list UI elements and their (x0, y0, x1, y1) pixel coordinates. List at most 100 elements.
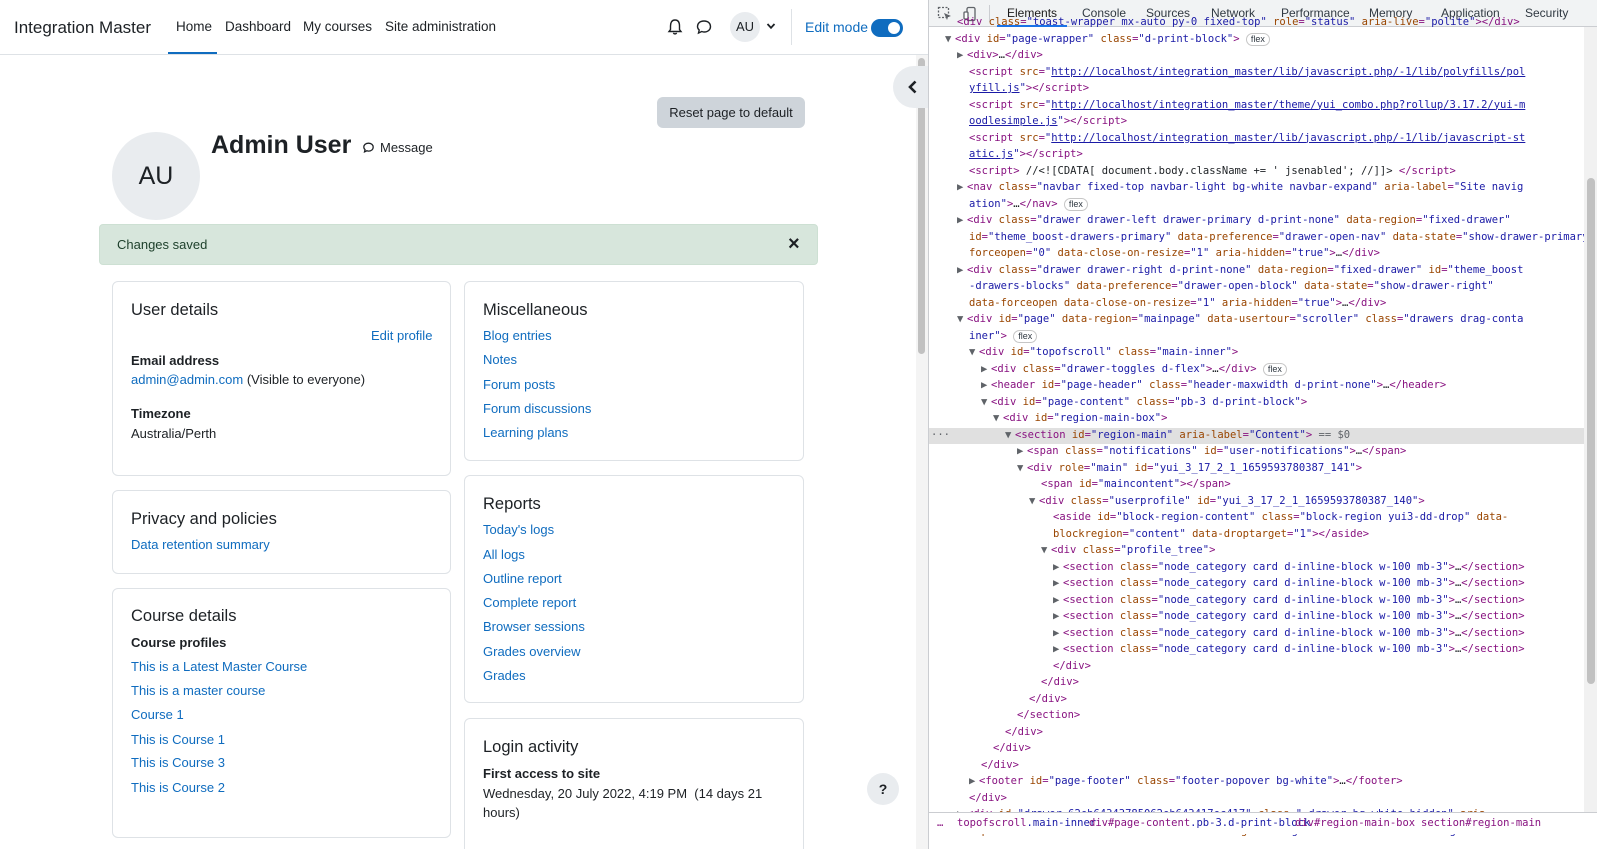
dom-node[interactable]: ▶ <section class="node_category card d-in… (929, 593, 1597, 609)
messages-icon[interactable] (695, 18, 713, 36)
dom-node[interactable]: <script src="http://localhost/integratio… (929, 131, 1597, 147)
top-navbar: Integration Master Home Dashboard My cou… (0, 0, 928, 55)
course-link[interactable]: This is Course 2 (131, 780, 225, 795)
grades-link[interactable]: Grades (483, 668, 526, 683)
chevron-down-icon[interactable] (765, 20, 777, 32)
blog-entries-link[interactable]: Blog entries (483, 328, 552, 343)
nav-dashboard[interactable]: Dashboard (225, 19, 291, 34)
card-title: Course details (131, 607, 237, 625)
browser-sessions-link[interactable]: Browser sessions (483, 619, 585, 634)
complete-report-link[interactable]: Complete report (483, 595, 576, 610)
bell-icon[interactable] (666, 18, 684, 36)
breadcrumb-item[interactable]: div#region-main-box (1295, 817, 1415, 829)
dom-node[interactable]: iner"> flex (929, 329, 1597, 345)
dom-node[interactable]: -drawers-blocks" data-preference="drawer… (929, 279, 1597, 295)
nav-my-courses[interactable]: My courses (303, 19, 372, 34)
message-button[interactable]: Message (362, 140, 433, 155)
dom-node[interactable]: ▶ <div>…</div> (929, 48, 1597, 64)
dom-node[interactable]: ▶ <div class="drawer drawer-right d-print… (929, 263, 1597, 279)
dom-node[interactable]: ▶ <footer id="page-footer" class="footer-… (929, 774, 1597, 790)
site-brand[interactable]: Integration Master (14, 18, 151, 38)
learning-plans-link[interactable]: Learning plans (483, 425, 568, 440)
dom-node[interactable]: ▼ <div class="profile_tree"> (929, 543, 1597, 559)
dom-node[interactable]: </div> (929, 692, 1597, 708)
edit-profile-link[interactable]: Edit profile (371, 328, 432, 343)
dom-node[interactable]: yfill.js"></script> (929, 81, 1597, 97)
dom-node[interactable]: </section> (929, 708, 1597, 724)
devtools-scrollbar-thumb[interactable] (1587, 178, 1595, 684)
dom-node[interactable]: ▶ <section class="node_category card d-in… (929, 626, 1597, 642)
course-link[interactable]: This is a Latest Master Course (131, 659, 307, 674)
forum-posts-link[interactable]: Forum posts (483, 377, 555, 392)
dom-node[interactable]: <script src="http://localhost/integratio… (929, 65, 1597, 81)
dom-node[interactable]: ▼ <div id="page-content" class="pb-3 d-pr… (929, 395, 1597, 411)
email-link[interactable]: admin@admin.com (131, 372, 243, 387)
expand-toggle-icon: ▶ (981, 379, 988, 391)
dom-node[interactable]: atic.js"></script> (929, 147, 1597, 163)
dom-node[interactable]: </div> (929, 791, 1597, 807)
dom-node[interactable]: ▼ <div id="page-wrapper" class="d-print-b… (929, 32, 1597, 48)
dom-node[interactable]: </div> (929, 741, 1597, 757)
dom-node[interactable]: ▶ <section class="node_category card d-in… (929, 576, 1597, 592)
dom-node[interactable]: ation">…</nav> flex (929, 197, 1597, 213)
course-link[interactable]: Course 1 (131, 707, 184, 722)
breadcrumb-item[interactable]: div#page-content.pb-3.d-print-block (1089, 817, 1310, 829)
dom-node[interactable]: <div class="toast-wrapper mx-auto py-0 f… (929, 15, 1597, 31)
breadcrumb-item[interactable]: section#region-main (1421, 817, 1541, 829)
dom-node[interactable]: data-forceopen data-close-on-resize="1" … (929, 296, 1597, 312)
help-button[interactable]: ? (867, 773, 899, 805)
block-drawer-toggle[interactable] (893, 66, 928, 108)
dom-node[interactable]: ▶ <section class="node_category card d-in… (929, 642, 1597, 658)
dom-node[interactable]: <script src="http://localhost/integratio… (929, 98, 1597, 114)
alert-close-button[interactable]: × (788, 233, 800, 256)
expand-toggle-icon: ▶ (1053, 593, 1060, 606)
course-link[interactable]: This is a master course (131, 683, 265, 698)
dom-node[interactable]: ▼ <div id="region-main-box"> (929, 411, 1597, 427)
dom-node[interactable]: </div> (929, 659, 1597, 675)
expand-toggle-icon: ▶ (1053, 626, 1060, 639)
expand-toggle-icon: ▶ (1053, 610, 1060, 622)
dom-node[interactable]: ▶ <header id="page-header" class="header-… (929, 378, 1597, 394)
dom-node[interactable]: ▼ <div class="userprofile" id="yui_3_17_2… (929, 494, 1597, 510)
email-row: admin@admin.com (Visible to everyone) (131, 372, 365, 387)
dom-node[interactable]: oodlesimple.js"></script> (929, 114, 1597, 130)
dom-node[interactable]: ▶ <nav class="navbar fixed-top navbar-lig… (929, 180, 1597, 196)
reset-page-button[interactable]: Reset page to default (657, 97, 805, 128)
dom-node[interactable]: ▶ <section class="node_category card d-in… (929, 560, 1597, 576)
dom-node[interactable]: ▼ <div id="page" data-region="mainpage" d… (929, 312, 1597, 328)
dom-node[interactable]: blockregion="content" data-droptarget="1… (929, 527, 1597, 543)
forum-discussions-link[interactable]: Forum discussions (483, 401, 591, 416)
breadcrumb-item[interactable]: topofscroll.main-inner (957, 817, 1096, 829)
elements-dom-tree[interactable]: <div class="toast-wrapper mx-auto py-0 f… (929, 16, 1597, 837)
dom-node[interactable]: ▼ <div role="main" id="yui_3_17_2_1_16595… (929, 461, 1597, 477)
dom-node[interactable]: ▶ <div class="drawer-toggles d-flex">…</d… (929, 362, 1597, 378)
dom-node[interactable]: </div> (929, 758, 1597, 774)
grades-overview-link[interactable]: Grades overview (483, 644, 581, 659)
user-avatar-menu[interactable]: AU (730, 12, 760, 42)
todays-logs-link[interactable]: Today's logs (483, 522, 554, 537)
dom-node-selected[interactable]: ··· ▼ <section id="region-main" aria-label… (929, 427, 1597, 444)
dom-node[interactable]: <script> //<![CDATA[ document.body.class… (929, 164, 1597, 180)
breadcrumb-item[interactable]: … (937, 817, 943, 829)
nav-site-administration[interactable]: Site administration (385, 19, 496, 34)
dom-node[interactable]: </div> (929, 675, 1597, 691)
dom-node[interactable]: forceopen="0" data-close-on-resize="1" a… (929, 246, 1597, 262)
course-profiles-label: Course profiles (131, 635, 227, 650)
data-retention-link[interactable]: Data retention summary (131, 537, 270, 552)
expand-toggle-icon: ▶ (969, 775, 976, 787)
dom-node[interactable]: </div> (929, 725, 1597, 741)
dom-node[interactable]: ▶ <div class="drawer drawer-left drawer-p… (929, 213, 1597, 229)
dom-node[interactable]: <span id="maincontent"></span> (929, 477, 1597, 493)
outline-report-link[interactable]: Outline report (483, 571, 562, 586)
nav-home[interactable]: Home (176, 19, 212, 34)
edit-mode-toggle[interactable] (871, 19, 903, 37)
dom-node[interactable]: ▼ <div id="topofscroll" class="main-inner… (929, 345, 1597, 361)
dom-node[interactable]: id="theme_boost-drawers-primary" data-pr… (929, 230, 1597, 246)
all-logs-link[interactable]: All logs (483, 547, 525, 562)
course-link[interactable]: This is Course 1 (131, 732, 225, 747)
dom-node[interactable]: <aside id="block-region-content" class="… (929, 510, 1597, 526)
dom-node[interactable]: ▶ <section class="node_category card d-in… (929, 609, 1597, 625)
course-link[interactable]: This is Course 3 (131, 755, 225, 770)
notes-link[interactable]: Notes (483, 352, 517, 367)
dom-node[interactable]: ▶ <span class="notifications" id="user-no… (929, 444, 1597, 460)
